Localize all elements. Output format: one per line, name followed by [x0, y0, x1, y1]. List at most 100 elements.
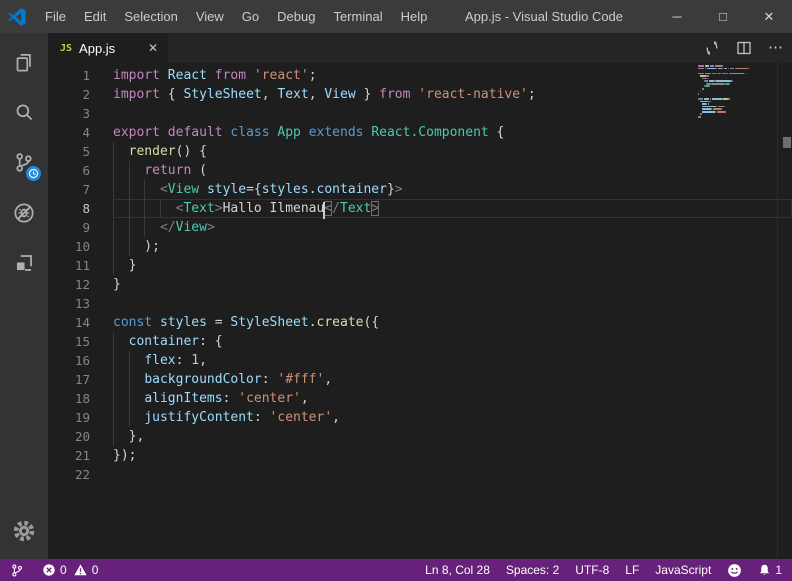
line-number[interactable]: 21: [48, 446, 90, 465]
menu-edit[interactable]: Edit: [75, 0, 115, 33]
line-number[interactable]: 20: [48, 427, 90, 446]
code-line[interactable]: 14const styles = StyleSheet.create({: [48, 313, 792, 332]
indent-guide: [113, 180, 114, 199]
line-number[interactable]: 12: [48, 275, 90, 294]
code-line[interactable]: 12}: [48, 275, 792, 294]
line-number[interactable]: 6: [48, 161, 90, 180]
code-line[interactable]: 16 flex: 1,: [48, 351, 792, 370]
line-number[interactable]: 11: [48, 256, 90, 275]
sync-changes-icon[interactable]: [704, 40, 720, 56]
minimap-segment: [704, 98, 710, 100]
code-line[interactable]: 19 justifyContent: 'center',: [48, 408, 792, 427]
code-line[interactable]: 4export default class App extends React.…: [48, 123, 792, 142]
code-line[interactable]: 9 </View>: [48, 218, 792, 237]
tab-close-icon[interactable]: ✕: [148, 41, 158, 55]
git-branch-icon[interactable]: [10, 563, 24, 578]
code-line[interactable]: 11 }: [48, 256, 792, 275]
notifications-bell[interactable]: 1: [758, 563, 782, 577]
token: [160, 125, 168, 140]
menu-debug[interactable]: Debug: [268, 0, 324, 33]
minimap-segment: [716, 68, 717, 70]
code-line[interactable]: 18 alignItems: 'center',: [48, 389, 792, 408]
code-line[interactable]: 21});: [48, 446, 792, 465]
extensions-icon[interactable]: [0, 239, 48, 287]
line-number[interactable]: 8: [48, 199, 90, 218]
code-line[interactable]: 22: [48, 465, 792, 484]
error-count[interactable]: 0: [42, 563, 67, 577]
line-number[interactable]: 19: [48, 408, 90, 427]
encoding[interactable]: UTF-8: [575, 563, 609, 577]
code-editor[interactable]: 1import React from 'react';2import { Sty…: [48, 63, 792, 559]
line-number[interactable]: 9: [48, 218, 90, 237]
line-number[interactable]: 18: [48, 389, 90, 408]
menu-help[interactable]: Help: [392, 0, 437, 33]
eol-sequence[interactable]: LF: [625, 563, 639, 577]
line-number[interactable]: 17: [48, 370, 90, 389]
code-lines[interactable]: 1import React from 'react';2import { Sty…: [48, 63, 792, 484]
line-number[interactable]: 16: [48, 351, 90, 370]
tab-appjs[interactable]: JS App.js ✕: [48, 33, 168, 63]
line-number[interactable]: 14: [48, 313, 90, 332]
code-line[interactable]: 10 );: [48, 237, 792, 256]
title-bar: FileEditSelectionViewGoDebugTerminalHelp…: [0, 0, 792, 33]
code-line[interactable]: 2import { StyleSheet, Text, View } from …: [48, 85, 792, 104]
menu-selection[interactable]: Selection: [115, 0, 186, 33]
minimap-segment: [724, 68, 728, 70]
code-line[interactable]: 3: [48, 104, 792, 123]
code-line[interactable]: 1import React from 'react';: [48, 66, 792, 85]
line-number[interactable]: 7: [48, 180, 90, 199]
language-mode[interactable]: JavaScript: [655, 563, 711, 577]
line-number[interactable]: 10: [48, 237, 90, 256]
code-line[interactable]: 6 return (: [48, 161, 792, 180]
menu-terminal[interactable]: Terminal: [324, 0, 391, 33]
code-line[interactable]: 15 container: {: [48, 332, 792, 351]
menu-view[interactable]: View: [187, 0, 233, 33]
debug-icon[interactable]: [0, 189, 48, 237]
minimap-segment: [725, 111, 726, 113]
minimap-segment: [730, 68, 734, 70]
line-number[interactable]: 3: [48, 104, 90, 123]
minimap-segment: [717, 111, 725, 113]
feedback-smiley-icon[interactable]: [727, 563, 742, 578]
line-number[interactable]: 5: [48, 142, 90, 161]
code-line[interactable]: 8 <Text>Hallo Ilmenau</Text>: [48, 199, 792, 218]
code-line[interactable]: 17 backgroundColor: '#fff',: [48, 370, 792, 389]
search-icon[interactable]: [0, 89, 48, 137]
settings-gear-icon[interactable]: [0, 509, 48, 553]
warning-count[interactable]: 0: [73, 563, 99, 577]
line-number[interactable]: 2: [48, 85, 90, 104]
token: <: [324, 201, 332, 216]
token: ={: [246, 182, 262, 197]
minimize-button[interactable]: ─: [654, 0, 700, 33]
indentation[interactable]: Spaces: 2: [506, 563, 559, 577]
source-control-icon[interactable]: [0, 139, 48, 187]
explorer-icon[interactable]: [0, 39, 48, 87]
line-number[interactable]: 4: [48, 123, 90, 142]
minimap[interactable]: [698, 65, 776, 195]
tab-label: App.js: [79, 41, 140, 56]
minimap-segment: [705, 73, 712, 75]
editor-scrollbar[interactable]: [777, 63, 792, 559]
minimap-segment: [702, 111, 715, 113]
split-editor-icon[interactable]: [736, 40, 752, 56]
token: ({: [364, 315, 380, 330]
close-button[interactable]: ✕: [746, 0, 792, 33]
activity-bar: [0, 33, 48, 559]
menu-file[interactable]: File: [36, 0, 75, 33]
line-number[interactable]: 15: [48, 332, 90, 351]
menu-go[interactable]: Go: [233, 0, 268, 33]
more-actions-icon[interactable]: ⋯: [768, 43, 784, 53]
indent-guide: [113, 256, 114, 275]
minimap-segment: [711, 83, 723, 85]
code-line[interactable]: 20 },: [48, 427, 792, 446]
maximize-button[interactable]: □: [700, 0, 746, 33]
gutter-gap: [90, 351, 113, 370]
line-number[interactable]: 13: [48, 294, 90, 313]
line-number[interactable]: 1: [48, 66, 90, 85]
gutter-gap: [90, 85, 113, 104]
code-line[interactable]: 5 render() {: [48, 142, 792, 161]
cursor-position[interactable]: Ln 8, Col 28: [425, 563, 490, 577]
code-line[interactable]: 13: [48, 294, 792, 313]
line-number[interactable]: 22: [48, 465, 90, 484]
code-line[interactable]: 7 <View style={styles.container}>: [48, 180, 792, 199]
